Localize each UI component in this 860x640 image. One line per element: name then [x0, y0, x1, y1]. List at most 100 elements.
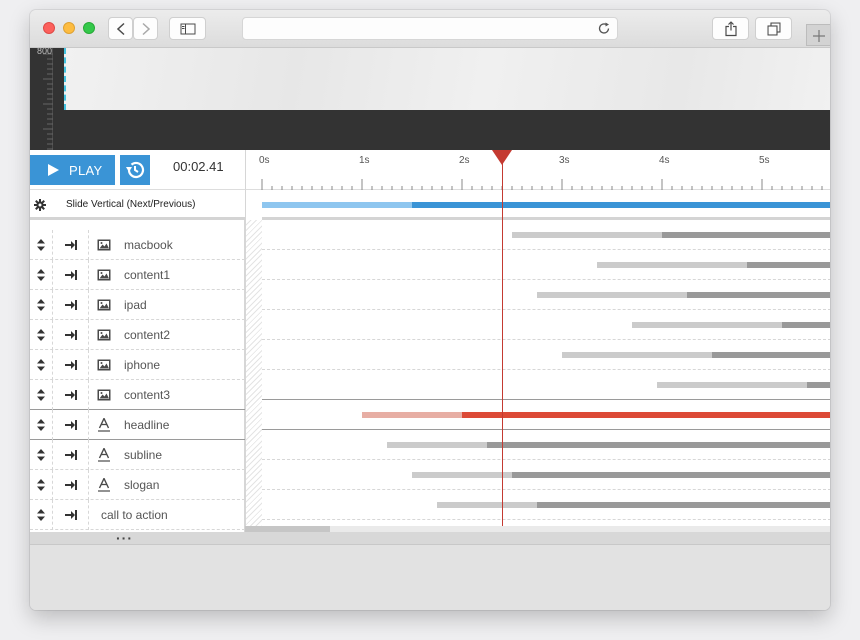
layer-row[interactable]: content3 — [30, 380, 245, 410]
layer-bar-intro[interactable] — [597, 262, 747, 268]
arrow-to-right-icon[interactable] — [64, 300, 77, 310]
layer-bar-duration[interactable] — [807, 382, 830, 388]
up-down-arrows-icon[interactable] — [37, 419, 45, 431]
transition-toggle[interactable] — [53, 410, 89, 440]
reorder-handle[interactable] — [30, 500, 53, 530]
layer-bar-duration[interactable] — [462, 412, 830, 418]
slide-bar-duration[interactable] — [412, 202, 830, 208]
transition-toggle[interactable] — [53, 290, 89, 320]
up-down-arrows-icon[interactable] — [37, 389, 45, 401]
gear-icon[interactable] — [34, 199, 46, 211]
layer-bar-intro[interactable] — [387, 442, 487, 448]
layer-bar-duration[interactable] — [662, 232, 830, 238]
arrow-to-right-icon[interactable] — [64, 330, 77, 340]
up-down-arrows-icon[interactable] — [37, 479, 45, 491]
layer-bar-intro[interactable] — [562, 352, 712, 358]
back-button[interactable] — [108, 17, 133, 40]
arrow-to-right-icon[interactable] — [64, 480, 77, 490]
layer-type — [89, 260, 119, 290]
layer-bar-intro[interactable] — [412, 472, 512, 478]
tabs-overview-button[interactable] — [755, 17, 792, 40]
arrow-to-right-icon[interactable] — [64, 360, 77, 370]
layer-row[interactable]: headline — [30, 410, 245, 440]
layer-bar-intro[interactable] — [537, 292, 687, 298]
transition-toggle[interactable] — [53, 470, 89, 500]
layer-type — [89, 350, 119, 380]
minimize-window-button[interactable] — [63, 22, 75, 34]
layer-row[interactable]: content1 — [30, 260, 245, 290]
reorder-handle[interactable] — [30, 380, 53, 410]
transition-toggle[interactable] — [53, 440, 89, 470]
zoom-window-button[interactable] — [83, 22, 95, 34]
reorder-handle[interactable] — [30, 290, 53, 320]
up-down-arrows-icon[interactable] — [37, 299, 45, 311]
up-down-arrows-icon[interactable] — [37, 509, 45, 521]
layer-bar-duration[interactable] — [782, 322, 830, 328]
layer-bar-duration[interactable] — [687, 292, 830, 298]
layer-name: macbook — [124, 238, 173, 252]
layer-row[interactable]: ipad — [30, 290, 245, 320]
layer-bar-duration[interactable] — [712, 352, 830, 358]
play-button[interactable]: PLAY — [30, 155, 115, 185]
reorder-handle[interactable] — [30, 440, 53, 470]
layer-type — [89, 320, 119, 350]
share-button[interactable] — [712, 17, 749, 40]
layer-row[interactable]: call to action — [30, 500, 245, 530]
new-tab-button[interactable] — [806, 24, 830, 46]
up-down-arrows-icon[interactable] — [37, 239, 45, 251]
up-down-arrows-icon[interactable] — [37, 449, 45, 461]
close-window-button[interactable] — [43, 22, 55, 34]
transition-toggle[interactable] — [53, 500, 89, 530]
arrow-to-right-icon[interactable] — [64, 390, 77, 400]
reorder-handle[interactable] — [30, 410, 53, 440]
arrow-to-right-icon[interactable] — [64, 240, 77, 250]
layer-bar-intro[interactable] — [362, 412, 462, 418]
slide-canvas[interactable] — [64, 48, 830, 110]
history-button[interactable] — [120, 155, 150, 185]
reorder-handle[interactable] — [30, 260, 53, 290]
transition-toggle[interactable] — [53, 350, 89, 380]
image-icon — [97, 299, 111, 311]
vertical-ruler-ticks — [43, 53, 53, 150]
transition-toggle[interactable] — [53, 380, 89, 410]
up-down-arrows-icon[interactable] — [37, 329, 45, 341]
timeline-ruler[interactable]: 0s 1s 2s 3s 4s 5s — [245, 150, 830, 190]
up-down-arrows-icon[interactable] — [37, 269, 45, 281]
arrow-to-right-icon[interactable] — [64, 420, 77, 430]
transition-toggle[interactable] — [53, 260, 89, 290]
panel-resize-handle[interactable]: ··· — [30, 530, 830, 546]
up-down-arrows-icon[interactable] — [37, 359, 45, 371]
layer-bar-duration[interactable] — [487, 442, 830, 448]
layer-bar-intro[interactable] — [437, 502, 537, 508]
layer-bar-intro[interactable] — [632, 322, 782, 328]
playhead-handle[interactable] — [492, 150, 512, 165]
slide-row[interactable]: Slide Vertical (Next/Previous) — [30, 190, 245, 220]
layer-bar-intro[interactable] — [657, 382, 807, 388]
reorder-handle[interactable] — [30, 350, 53, 380]
plus-icon — [813, 30, 825, 42]
transition-toggle[interactable] — [53, 320, 89, 350]
arrow-to-right-icon[interactable] — [64, 270, 77, 280]
transition-toggle[interactable] — [53, 230, 89, 260]
layer-bar-duration[interactable] — [537, 502, 830, 508]
layer-type — [89, 230, 119, 260]
sidebar-toggle-button[interactable] — [169, 17, 206, 40]
forward-button[interactable] — [133, 17, 158, 40]
reorder-handle[interactable] — [30, 320, 53, 350]
layer-row[interactable]: content2 — [30, 320, 245, 350]
layer-row[interactable]: macbook — [30, 230, 245, 260]
layer-bar-duration[interactable] — [512, 472, 830, 478]
arrow-to-right-icon[interactable] — [64, 510, 77, 520]
slide-bar-intro[interactable] — [262, 202, 412, 208]
layer-bar-duration[interactable] — [747, 262, 830, 268]
arrow-to-right-icon[interactable] — [64, 450, 77, 460]
layer-bar-intro[interactable] — [512, 232, 662, 238]
image-icon — [97, 239, 111, 251]
layer-row[interactable]: subline — [30, 440, 245, 470]
reorder-handle[interactable] — [30, 470, 53, 500]
reorder-handle[interactable] — [30, 230, 53, 260]
address-bar[interactable] — [242, 17, 618, 40]
text-icon — [98, 418, 110, 432]
layer-row[interactable]: slogan — [30, 470, 245, 500]
layer-row[interactable]: iphone — [30, 350, 245, 380]
